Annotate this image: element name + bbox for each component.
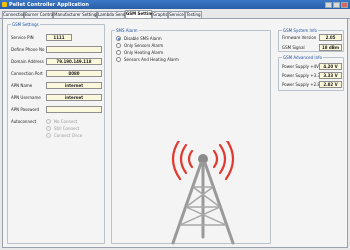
disable-sms-alarm-label: Disable SMS Alarm [124,36,162,41]
gsm-signal-label: GSM Signal [282,45,305,50]
power-supply-2v8-value: 2.82 V [319,81,342,88]
window-title: Pellet Controller Application [9,1,89,8]
gsm-system-info-group: GSM System Info Firmware Version 2.05 GS… [278,28,344,52]
tab-testing[interactable]: Testing [185,11,202,18]
tab-connection[interactable]: Connection [2,11,26,18]
signal-wave-right-middle [218,143,227,175]
radio-no-connect[interactable] [46,119,51,124]
sensors-and-heating-alarm-label: Sensors And Heating Alarm [124,57,179,62]
radio-still-connect[interactable] [46,126,51,131]
radio-sensors-and-heating-alarm[interactable] [116,57,121,62]
title-bar: Pellet Controller Application [0,0,350,9]
radio-disable-sms-alarm[interactable] [116,36,121,41]
signal-tower-icon [171,141,235,245]
power-supply-3v3-label: Power Supply +3.3V [282,73,323,78]
power-supply-3v3-value: 3.33 V [319,72,342,79]
signal-wave-right-inner [212,149,219,169]
tab-manufacturer-settings[interactable]: Manufacturer Settings [53,11,98,18]
signal-wave-right-outer [224,141,235,181]
tab-service[interactable]: Service [168,11,185,18]
firmware-version-value: 2.05 [319,34,342,41]
firmware-version-label: Firmware Version [282,35,317,40]
minimize-button[interactable] [325,1,332,8]
signal-wave-left-outer [171,141,182,181]
gsm-settings-panel: GSM Settings Service PIN 1111 Define Pho… [2,18,348,248]
apn-username-field[interactable]: internet [46,94,102,101]
power-supply-4v-value: 4.20 V [319,63,342,70]
service-pin-label: Service PIN [11,35,34,40]
tower-structure [171,161,235,245]
domain-address-field[interactable]: 79.190.149.118 [46,58,102,65]
power-supply-2v8-label: Power Supply +2.8V [282,82,323,87]
signal-wave-left-middle [179,143,188,175]
signal-wave-left-inner [187,149,194,169]
connection-port-label: Connection Port [11,71,43,76]
gsm-advanced-info-title: GSM Advanced Info [282,55,323,60]
only-heating-alarm-label: Only Heating Alarm [124,50,164,55]
radio-connect-once[interactable] [46,133,51,138]
connection-port-field[interactable]: 8080 [46,70,102,77]
gsm-system-info-title: GSM System Info [282,28,319,33]
phone-number-field[interactable] [46,46,102,53]
gsm-advanced-info-group: GSM Advanced Info Power Supply +4V 4.20 … [278,55,344,91]
service-pin-field[interactable]: 1111 [46,34,72,41]
gsm-signal-value: 18 dBm [319,44,342,51]
connect-once-label: Connect Once [54,133,83,138]
tab-graphs[interactable]: Graphs [152,11,168,18]
domain-address-label: Domain Address [11,59,44,64]
gsm-settings-group: GSM Settings Service PIN 1111 Define Pho… [7,22,105,244]
only-sensors-alarm-label: Only Sensors Alarm [124,43,164,48]
close-button[interactable] [341,1,348,8]
apn-password-field[interactable] [46,106,102,113]
apn-username-label: APN Username [11,95,41,100]
radio-only-sensors-alarm[interactable] [116,43,121,48]
radio-only-heating-alarm[interactable] [116,50,121,55]
apn-name-label: APN Name [11,83,33,88]
power-supply-4v-label: Power Supply +4V [282,64,319,69]
no-connect-label: No Connect [54,119,78,124]
apn-password-label: APN Password [11,107,40,112]
sms-alarm-title: SMS Alarm [115,28,139,33]
app-icon [2,2,7,7]
still-connect-label: Still Connect [54,126,80,131]
autoconnect-label: Autoconnect [11,119,37,124]
gsm-settings-title: GSM Settings [11,22,40,27]
tab-lambda-sensor[interactable]: Lambda Sensor [97,11,129,18]
apn-name-field[interactable]: internet [46,82,102,89]
tab-burner-control[interactable]: Burner Control [24,11,54,18]
maximize-button[interactable] [333,1,340,8]
app-window: Pellet Controller Application Connection… [0,0,350,250]
phone-number-label: Define Phone No [11,47,45,52]
